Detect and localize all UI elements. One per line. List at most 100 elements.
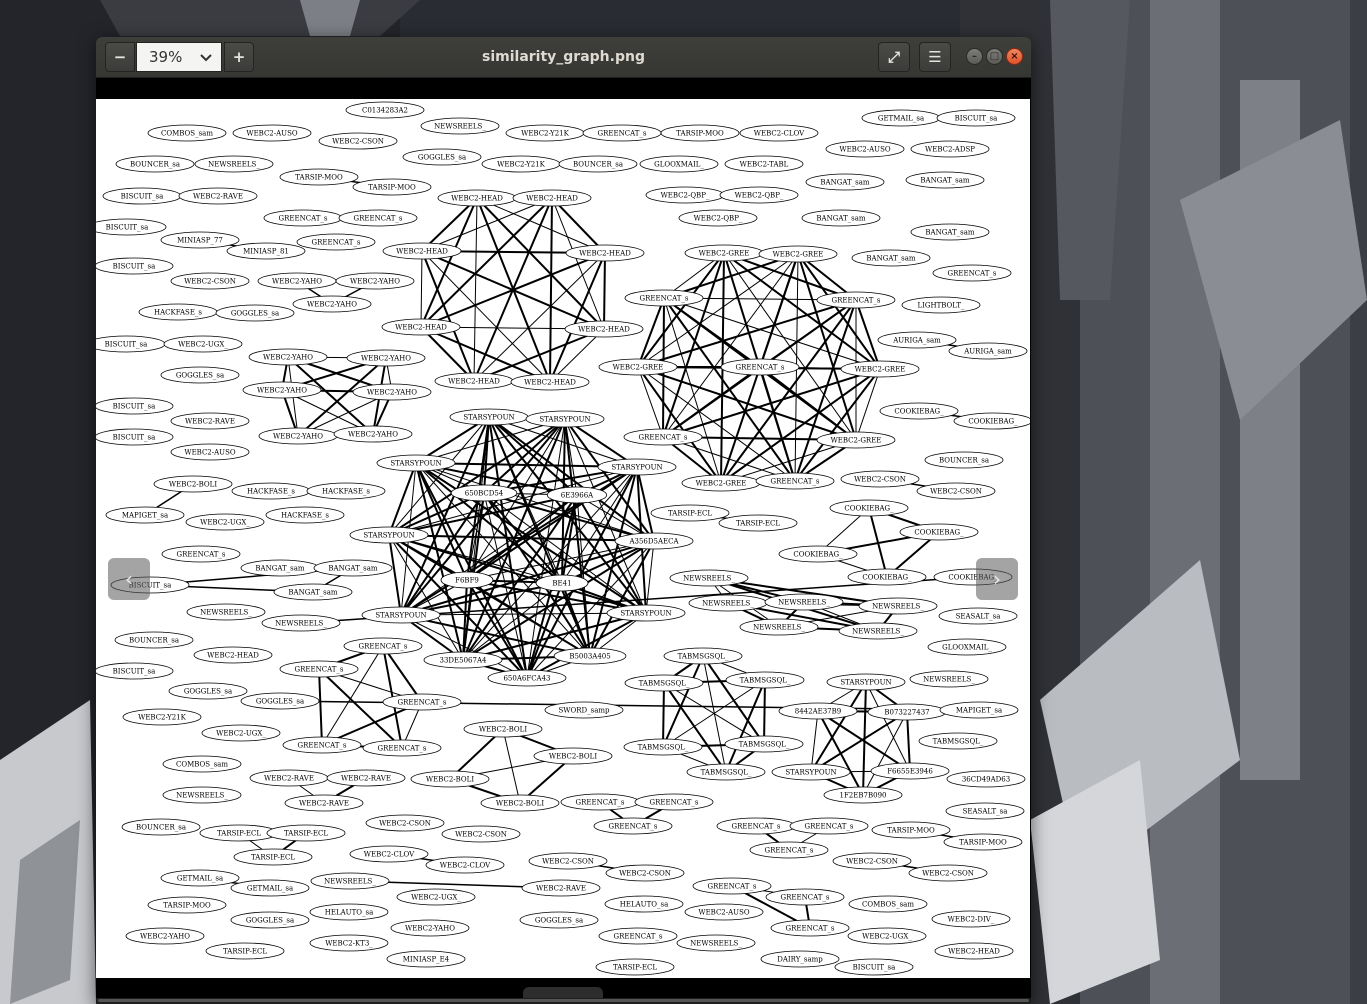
graph-node: TARSIP-ECL xyxy=(595,958,675,976)
graph-node-label: WEBC2-BOLI xyxy=(479,726,527,734)
graph-node: 8442AE37B9 xyxy=(778,702,858,720)
graph-node: BOUNCER_sa xyxy=(924,451,1004,469)
next-image-button[interactable]: › xyxy=(976,558,1018,600)
graph-node: WEBC2-RAVE xyxy=(170,412,250,430)
zoom-level-combo[interactable]: 39% xyxy=(136,42,222,72)
zoom-out-button[interactable]: − xyxy=(105,42,135,72)
graph-node-label: NEWSREELS_ xyxy=(753,624,805,632)
graph-node: GREENCAT_s xyxy=(634,793,714,811)
graph-node: WEBC2-UGX_ xyxy=(847,927,927,945)
graph-node-label: TABMSGSQL_ xyxy=(739,741,790,749)
graph-edge xyxy=(662,682,665,748)
graph-node-label: GOGGLES_sa xyxy=(176,372,224,380)
graph-node-label: NEWSREELS_ xyxy=(872,603,924,611)
graph-node: GREENCAT_s xyxy=(749,841,829,859)
graph-node-label: STARSYPOUN xyxy=(611,464,662,472)
previous-image-button[interactable]: ‹ xyxy=(108,558,150,600)
graph-node: TABMSGSQL_ xyxy=(918,732,998,750)
graph-node: GREENCAT_s xyxy=(755,472,835,490)
graph-node: WEBC2-HEAD xyxy=(382,242,462,260)
fullscreen-button[interactable]: ⤢ xyxy=(878,42,910,72)
graph-node: WEBC2-UGX_ xyxy=(396,888,476,906)
graph-node-label: WEBC2-UGX_ xyxy=(411,894,461,902)
graph-node: WEBC2-CLOV xyxy=(425,856,505,874)
graph-node-label: WEBC2-CSON xyxy=(930,488,982,496)
graph-node: GETMAIL_sa xyxy=(160,869,240,887)
zoom-in-button[interactable]: + xyxy=(224,42,254,72)
maximize-button[interactable]: □ xyxy=(986,48,1003,65)
graph-node-label: WEBC2-CSON xyxy=(184,278,236,286)
graph-node: GREENCAT_s xyxy=(593,817,673,835)
graph-node: TARSIP-MOO xyxy=(871,821,951,839)
graph-node: WEBC2-QBP_ xyxy=(645,186,725,204)
close-button[interactable]: × xyxy=(1006,48,1023,65)
graph-node-label: GOGGLES_sa xyxy=(231,310,279,318)
graph-node: WEBC2-YAHO xyxy=(335,272,415,290)
graph-node: HACKFASE_s xyxy=(231,482,311,500)
graph-node: GREENCAT_s xyxy=(382,693,462,711)
horizontal-scrollbar[interactable] xyxy=(96,998,1031,1004)
graph-node-label: BISCUIT_sa xyxy=(955,115,998,123)
graph-node: WEBC2-YAHO xyxy=(292,295,372,313)
graph-node-label: COOKIEBAG_ xyxy=(862,574,912,582)
graph-node-label: MINIASP_E4 xyxy=(403,956,450,964)
graph-node-label: NEWSREELS_ xyxy=(275,620,327,628)
graph-node-label: BISCUIT_sa xyxy=(113,263,156,271)
graph-node: GREENCAT_s xyxy=(296,233,376,251)
graph-node-label: WEBC2-UGX_ xyxy=(200,519,250,527)
graph-node-label: GREENCAT_s xyxy=(781,894,830,902)
graph-node: WEBC2-QBP_ xyxy=(719,186,799,204)
graph-node: WEBC2-CSON xyxy=(170,272,250,290)
graph-node-label: GETMAIL_sa xyxy=(878,115,924,123)
graph-node: WEBC2-CSON xyxy=(908,864,988,882)
graph-node-label: HACKFASE_s xyxy=(322,488,370,496)
graph-node: WEBC2-YAHO xyxy=(258,427,338,445)
zoom-out-icon: − xyxy=(113,48,127,66)
graph-node-label: WEBC2-CSON xyxy=(455,831,507,839)
graph-node: WEBC2-CSON xyxy=(840,470,920,488)
graph-node-label: WEBC2-CSON xyxy=(846,858,898,866)
graph-node: BISCUIT_sa xyxy=(96,662,174,680)
graph-node-label: WEBC2-HEAD xyxy=(395,324,447,332)
graph-node: B5003A405 xyxy=(553,647,627,665)
graph-node-label: BOUNCER_sa xyxy=(136,824,186,832)
graph-node-label: WEBC2-HEAD xyxy=(207,652,259,660)
graph-node: B073227437 xyxy=(867,703,947,721)
scrollbar-thumb[interactable] xyxy=(98,999,1029,1002)
graph-node-label: GOGGLES_sa xyxy=(184,688,232,696)
graph-node-label: WEBC2-GREE xyxy=(696,480,747,488)
close-icon: × xyxy=(1010,50,1019,62)
graph-node-label: COOKIEBAG_ xyxy=(894,408,944,416)
graph-edge xyxy=(763,679,766,745)
graph-node-label: GREENCAT_s xyxy=(650,799,699,807)
graph-node-label: HACKFASE_s xyxy=(247,488,295,496)
graph-node-label: COMBOS_sam xyxy=(862,901,914,909)
graph-node-label: COOKIEBAG_ xyxy=(793,551,843,559)
graph-node: BISCUIT_sa xyxy=(96,428,174,446)
graph-node: WEBC2-GREE xyxy=(598,358,678,376)
graph-node-label: WEBC2-YAHO xyxy=(257,387,307,395)
graph-node: BISCUIT_sa xyxy=(96,335,166,353)
minimize-button[interactable]: – xyxy=(966,48,983,65)
graph-node-label: HACKFASE_s xyxy=(281,512,329,520)
graph-node: A356D5AECA xyxy=(614,532,694,550)
graph-node: GOGGLES_sa xyxy=(519,911,599,929)
graph-node-label: GOGGLES_sa xyxy=(256,698,304,706)
graph-node-label: WEBC2-HEAD xyxy=(396,248,448,256)
graph-node-label: WEBC2-KT3_ xyxy=(325,940,373,948)
graph-node: STARSYPOUN xyxy=(826,673,906,691)
graph-node: TARSIP-MOO xyxy=(660,124,740,142)
graph-node: WEBC2-YAHO xyxy=(248,348,328,366)
chevron-right-icon: › xyxy=(993,567,1001,591)
graph-node: WEBC2-KT3_ xyxy=(309,934,389,952)
graph-node: GREENCAT_s xyxy=(932,264,1012,282)
graph-node-label: WEBC2-YAHO xyxy=(348,431,398,439)
graph-node-label: WEBC2-AUSO xyxy=(698,909,750,917)
graph-node-label: COMBOS_sam xyxy=(161,130,213,138)
graph-node: F6655E3946 xyxy=(870,762,950,780)
graph-node-label: STARSYPOUN xyxy=(785,769,836,777)
image-canvas[interactable]: WEBC2-HEAD WEBC2-HEAD WEBC2-HEAD WEBC2-HEAD… xyxy=(96,78,1031,1004)
graph-node-label: 650BCD54 xyxy=(465,490,504,498)
hamburger-menu-button[interactable]: ☰ xyxy=(919,42,951,72)
graph-node-label: WEBC2-BOLI xyxy=(496,800,544,808)
